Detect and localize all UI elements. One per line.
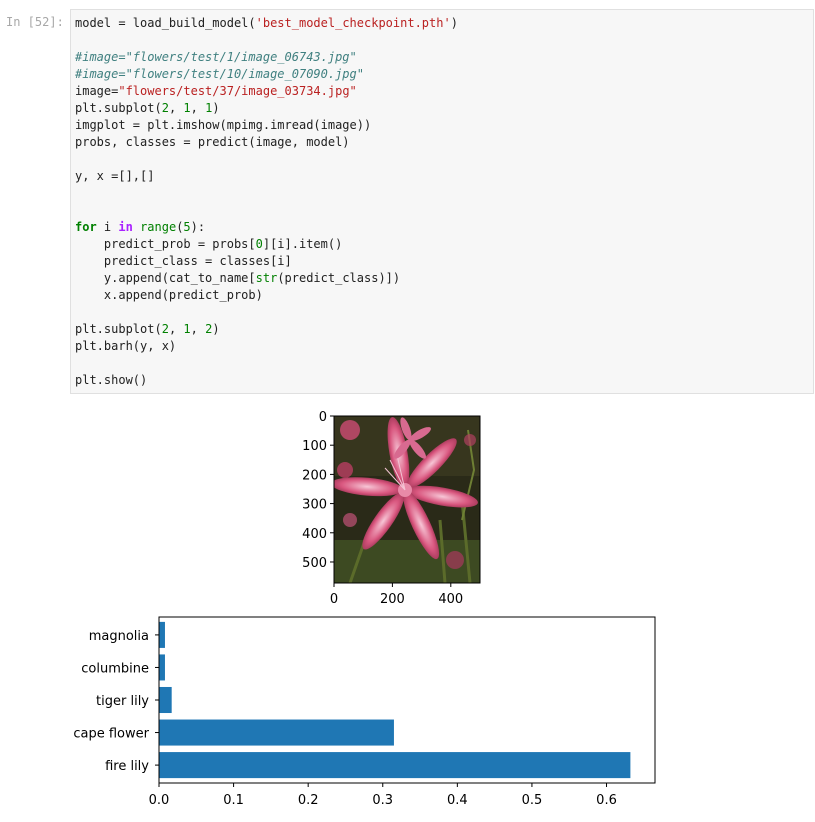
bar-x-tick-label: 0.5 (522, 793, 543, 808)
bar-category-label: cape flower (73, 727, 149, 742)
bar-x-tick-label: 0.1 (223, 793, 244, 808)
image-x-tick-label: 0 (330, 592, 338, 607)
bar-y-ticks: fire lily cape flower tiger lily columbine m… (73, 629, 159, 774)
image-x-tick-label: 200 (380, 592, 405, 607)
cell-output: 0 100 200 300 400 500 0 200 400 fire lily cape f… (73, 410, 656, 808)
image-y-tick-label: 100 (302, 439, 327, 454)
bar-cape-flower (159, 719, 394, 746)
image-y-tick-label: 500 (302, 556, 327, 571)
bar-x-tick-label: 0.0 (149, 793, 170, 808)
bar-category-label: tiger lily (96, 694, 149, 709)
bar-fire-lily (159, 752, 631, 779)
bar-category-label: fire lily (105, 759, 149, 774)
image-y-ticks: 0 100 200 300 400 500 (302, 410, 334, 571)
image-subplot: 0 100 200 300 400 500 0 200 400 (302, 410, 481, 607)
image-y-tick-label: 0 (319, 410, 327, 425)
bar-series (159, 621, 631, 779)
image-x-ticks: 0 200 400 (330, 583, 463, 607)
image-y-tick-label: 400 (302, 527, 327, 542)
bar-x-ticks: 0.0 0.1 0.2 0.3 0.4 0.5 0.6 (149, 783, 617, 808)
image-y-tick-label: 200 (302, 468, 327, 483)
bar-x-tick-label: 0.6 (596, 793, 617, 808)
pink-flower-photo-image (334, 416, 480, 583)
bar-x-tick-label: 0.4 (447, 793, 468, 808)
bar-category-label: columbine (81, 661, 149, 676)
bar-tiger-lily (159, 686, 172, 714)
bar-chart: fire lily cape flower tiger lily columbine m… (73, 616, 656, 808)
bar-x-tick-label: 0.3 (372, 793, 393, 808)
bar-columbine (159, 654, 165, 681)
bar-x-tick-label: 0.2 (298, 793, 319, 808)
image-x-tick-label: 400 (438, 592, 463, 607)
bar-magnolia (159, 621, 165, 648)
bar-category-label: magnolia (89, 629, 149, 644)
image-y-tick-label: 300 (302, 498, 327, 513)
